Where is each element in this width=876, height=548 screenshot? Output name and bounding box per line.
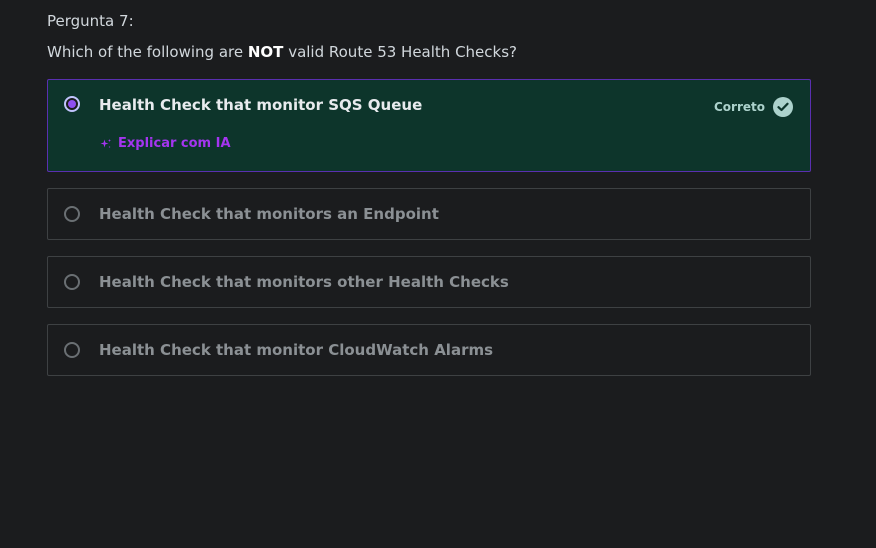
radio-button-selected[interactable] bbox=[64, 96, 80, 112]
check-circle-icon bbox=[773, 97, 793, 117]
correct-status-text: Correto bbox=[713, 100, 765, 114]
answer-option-1[interactable]: Health Check that monitor SQS Queue Corr… bbox=[47, 79, 811, 172]
radio-button[interactable] bbox=[64, 206, 80, 222]
question-text-emphasis: NOT bbox=[247, 43, 284, 61]
radio-button[interactable] bbox=[64, 274, 80, 290]
answer-option-4[interactable]: Health Check that monitor CloudWatch Ala… bbox=[47, 324, 811, 376]
question-text: Which of the following are NOT valid Rou… bbox=[47, 43, 517, 61]
answer-option-2[interactable]: Health Check that monitors an Endpoint bbox=[47, 188, 811, 240]
answer-option-3[interactable]: Health Check that monitors other Health … bbox=[47, 256, 811, 308]
answer-option-label: Health Check that monitor SQS Queue bbox=[99, 96, 423, 114]
question-number: Pergunta 7: bbox=[47, 12, 134, 30]
answer-option-label: Health Check that monitor CloudWatch Ala… bbox=[99, 341, 494, 359]
radio-button[interactable] bbox=[64, 342, 80, 358]
explain-with-ai-button[interactable]: Explicar com IA bbox=[100, 136, 231, 151]
sparkle-icon bbox=[100, 138, 112, 150]
answer-option-label: Health Check that monitors other Health … bbox=[99, 273, 509, 291]
correct-status: Correto bbox=[714, 97, 793, 117]
explain-with-ai-label: Explicar com IA bbox=[118, 136, 231, 151]
question-text-before: Which of the following are bbox=[47, 43, 248, 61]
answer-option-label: Health Check that monitors an Endpoint bbox=[99, 205, 439, 223]
question-text-after: valid Route 53 Health Checks? bbox=[283, 43, 517, 61]
